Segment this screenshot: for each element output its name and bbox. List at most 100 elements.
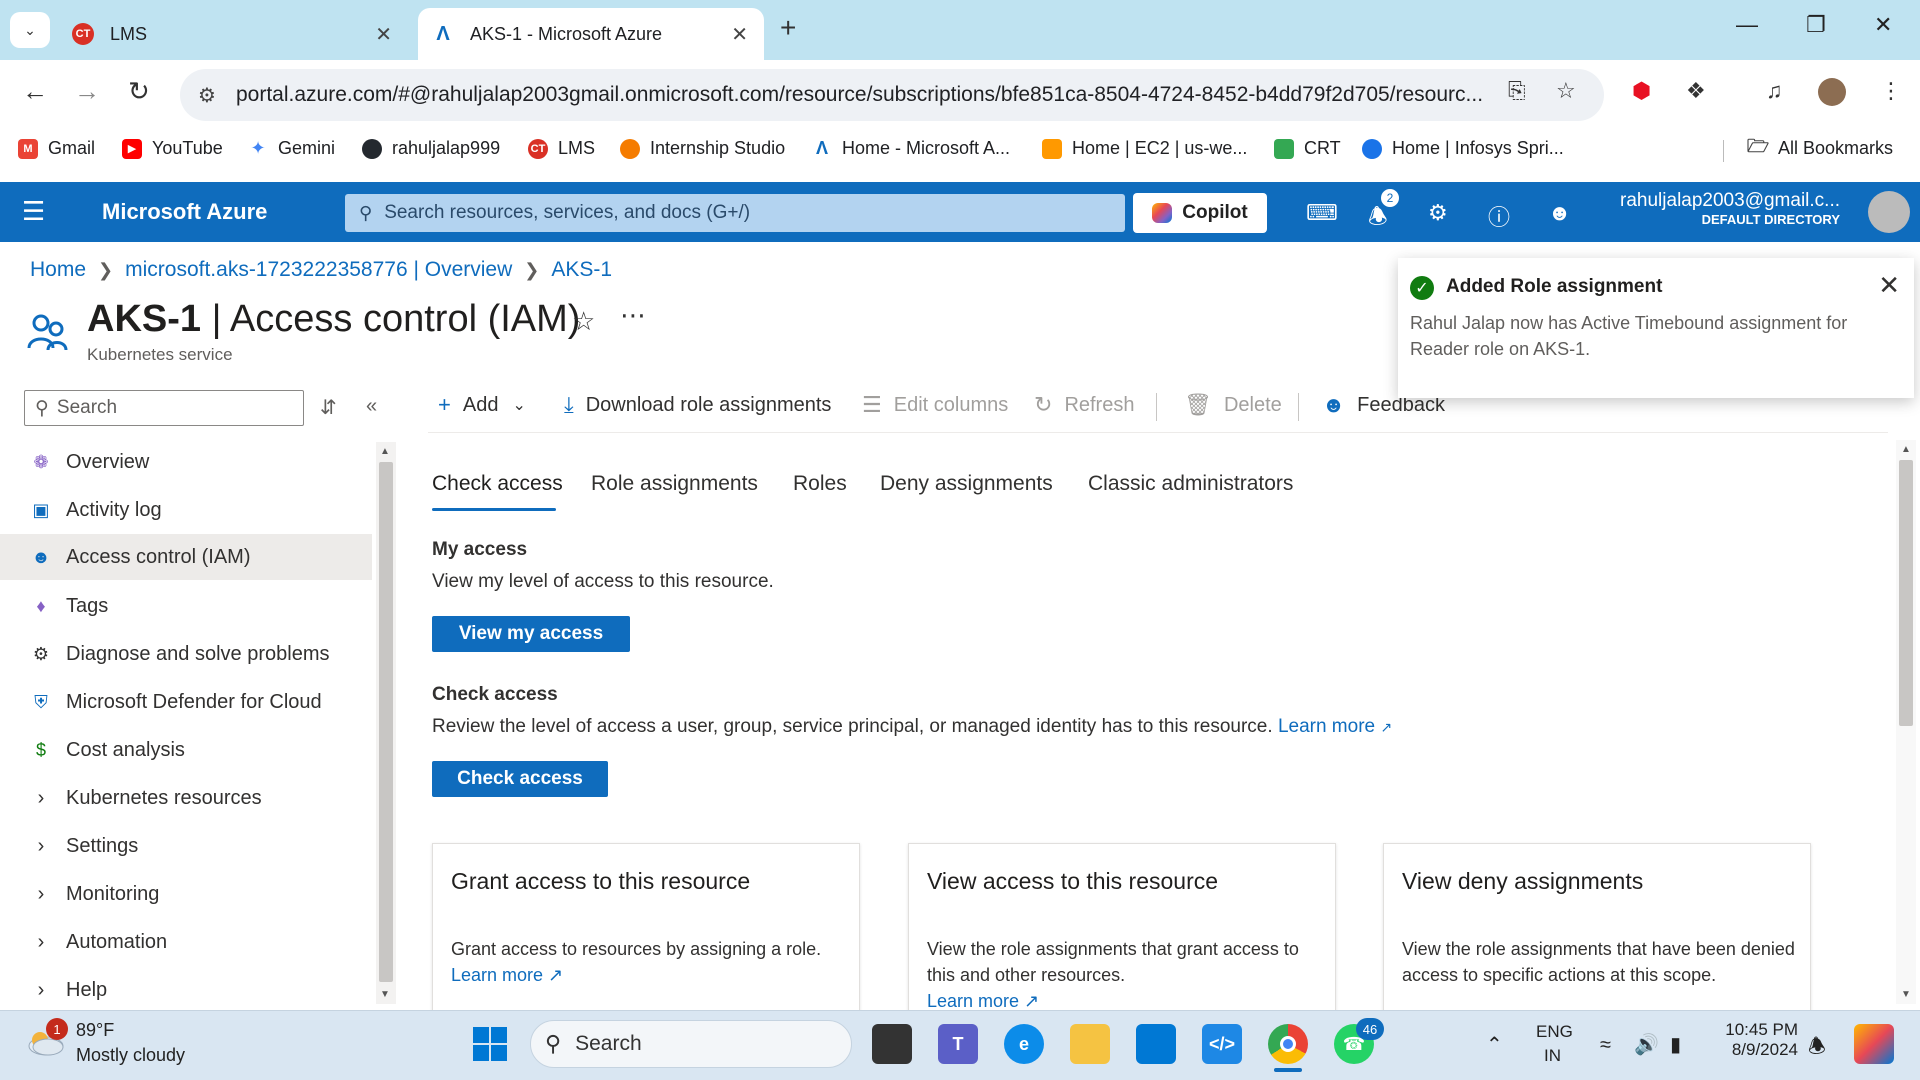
sidebar-item-diagnose[interactable]: ⚙ Diagnose and solve problems <box>0 631 372 677</box>
add-button[interactable]: + Add ⌄ <box>438 392 526 418</box>
sidebar-item-activity-log[interactable]: ▣ Activity log <box>0 487 372 533</box>
browser-tab-azure[interactable]: Λ AKS-1 - Microsoft Azure ✕ <box>418 8 764 60</box>
edit-columns-button[interactable]: ☰ Edit columns <box>862 392 1008 418</box>
sidebar-scrollbar[interactable]: ▲ ▼ <box>376 442 396 1004</box>
restore-button[interactable]: ❐ <box>1806 12 1826 38</box>
chevron-up-icon[interactable]: ⌃ <box>1486 1032 1503 1057</box>
close-icon[interactable]: ✕ <box>731 22 748 47</box>
bookmark-gemini[interactable]: ✦ Gemini <box>248 138 335 159</box>
bookmark-gmail[interactable]: M Gmail <box>18 138 95 159</box>
notification-bell-icon[interactable]: 🕭 <box>1808 1032 1826 1066</box>
taskbar-search-input[interactable]: ⚲ Search <box>530 1020 852 1068</box>
scroll-up-arrow-icon[interactable]: ▲ <box>380 446 390 457</box>
delete-button[interactable]: 🗑 Delete <box>1184 392 1282 418</box>
tab-classic-administrators[interactable]: Classic administrators <box>1088 472 1293 496</box>
hamburger-menu-icon[interactable]: ☰ <box>22 196 45 227</box>
avatar[interactable] <box>1868 191 1910 233</box>
view-my-access-button[interactable]: View my access <box>432 616 630 652</box>
azure-brand[interactable]: Microsoft Azure <box>102 199 267 225</box>
collapse-menu-icon[interactable]: « <box>366 395 377 418</box>
site-info-icon[interactable]: ⚙ <box>198 83 216 108</box>
learn-more-link[interactable]: Learn more ↗ <box>451 965 563 985</box>
bookmark-lms[interactable]: CT LMS <box>528 138 595 159</box>
sidebar-item-monitoring[interactable]: › Monitoring <box>0 871 372 917</box>
file-explorer-icon[interactable] <box>1070 1024 1110 1064</box>
close-icon[interactable]: ✕ <box>1878 270 1900 301</box>
back-button[interactable]: ← <box>22 76 48 107</box>
extension-icon[interactable]: ⬢ <box>1632 78 1651 104</box>
window-close-button[interactable]: ✕ <box>1874 12 1892 38</box>
bookmark-star-icon[interactable]: ☆ <box>1556 78 1576 104</box>
bookmark-crt[interactable]: CRT <box>1274 138 1341 159</box>
all-bookmarks[interactable]: 🗁 All Bookmarks <box>1747 136 1893 159</box>
task-view-icon[interactable] <box>872 1024 912 1064</box>
cloud-shell-icon[interactable]: ⌨ <box>1306 200 1338 226</box>
sidebar-item-settings[interactable]: › Settings <box>0 823 372 869</box>
sidebar-item-cost-analysis[interactable]: $ Cost analysis <box>0 727 372 773</box>
breadcrumb-aks[interactable]: AKS-1 <box>551 258 612 281</box>
close-icon[interactable]: ✕ <box>375 22 392 47</box>
microsoft-store-icon[interactable] <box>1136 1024 1176 1064</box>
minimize-button[interactable]: — <box>1736 12 1758 38</box>
help-icon[interactable]: ⓘ <box>1488 200 1510 232</box>
bookmark-ec2[interactable]: Home | EC2 | us-we... <box>1042 138 1247 159</box>
sidebar-item-kubernetes-resources[interactable]: › Kubernetes resources <box>0 775 372 821</box>
breadcrumb-home[interactable]: Home <box>30 258 86 281</box>
check-access-button[interactable]: Check access <box>432 761 608 797</box>
sidebar-item-tags[interactable]: ♦ Tags <box>0 583 372 629</box>
breadcrumb-resource-group[interactable]: microsoft.aks-1723222358776 | Overview <box>125 258 512 281</box>
sidebar-item-access-control[interactable]: ☻ Access control (IAM) <box>0 534 372 580</box>
leftnav-search-input[interactable]: ⚲ Search <box>24 390 304 426</box>
download-role-assignments-button[interactable]: ⤓ Download role assignments <box>564 392 831 418</box>
browser-tab-lms[interactable]: CT LMS ✕ <box>58 8 408 60</box>
tab-role-assignments[interactable]: Role assignments <box>591 472 758 496</box>
chrome-menu-icon[interactable]: ⋮ <box>1880 78 1902 104</box>
learn-more-link[interactable]: Learn more ↗ <box>927 991 1039 1011</box>
language-bottom[interactable]: IN <box>1544 1046 1561 1066</box>
main-scrollbar[interactable]: ▲ ▼ <box>1896 440 1916 1004</box>
refresh-button[interactable]: ↻ Refresh <box>1034 392 1134 418</box>
volume-icon[interactable]: 🔊 <box>1634 1032 1659 1057</box>
feedback-icon[interactable]: ☻ <box>1548 200 1571 226</box>
favorite-star-icon[interactable]: ☆ <box>572 306 595 337</box>
wifi-icon[interactable]: ≈ <box>1600 1034 1611 1057</box>
media-control-icon[interactable]: ♫ <box>1766 78 1783 104</box>
bookmark-infosys[interactable]: Home | Infosys Spri... <box>1362 138 1564 159</box>
scroll-down-arrow-icon[interactable]: ▼ <box>380 989 390 1000</box>
windows-start-icon[interactable] <box>470 1024 510 1064</box>
scroll-down-arrow-icon[interactable]: ▼ <box>1901 989 1911 1000</box>
tab-search-dropdown[interactable]: ⌄ <box>10 12 50 48</box>
chrome-icon[interactable] <box>1268 1024 1308 1064</box>
tab-deny-assignments[interactable]: Deny assignments <box>880 472 1053 496</box>
battery-icon[interactable]: ▮ <box>1670 1032 1681 1057</box>
sidebar-item-defender[interactable]: ⛨ Microsoft Defender for Cloud <box>0 679 372 725</box>
vscode-icon[interactable]: </> <box>1202 1024 1242 1064</box>
edge-icon[interactable]: e <box>1004 1024 1044 1064</box>
new-tab-button[interactable]: + <box>780 12 796 44</box>
forward-button[interactable]: → <box>74 76 100 107</box>
learn-more-link[interactable]: Learn more ↗ <box>1278 716 1392 737</box>
teams-icon[interactable]: T <box>938 1024 978 1064</box>
expand-collapse-icon[interactable]: ⇵ <box>320 395 337 420</box>
language-top[interactable]: ENG <box>1536 1022 1573 1042</box>
tab-check-access[interactable]: Check access <box>432 472 563 496</box>
notification-toast[interactable]: ✓ Added Role assignment Rahul Jalap now … <box>1398 258 1914 398</box>
scrollbar-thumb[interactable] <box>379 462 393 982</box>
copilot-taskbar-icon[interactable] <box>1854 1024 1894 1064</box>
account-menu[interactable]: rahuljalap2003@gmail.c... DEFAULT DIRECT… <box>1620 190 1840 227</box>
bookmark-azure-home[interactable]: Λ Home - Microsoft A... <box>812 138 1010 159</box>
profile-avatar[interactable] <box>1818 78 1846 106</box>
settings-gear-icon[interactable]: ⚙ <box>1428 200 1448 226</box>
bookmark-youtube[interactable]: ▶ YouTube <box>122 138 223 159</box>
copilot-button[interactable]: Copilot <box>1133 193 1267 233</box>
sidebar-item-help[interactable]: › Help <box>0 967 372 1013</box>
install-app-icon[interactable]: ⎘ <box>1508 78 1526 104</box>
bookmark-github[interactable]: rahuljalap999 <box>362 138 500 159</box>
scroll-up-arrow-icon[interactable]: ▲ <box>1901 444 1911 455</box>
bookmark-internship-studio[interactable]: Internship Studio <box>620 138 785 159</box>
sidebar-item-overview[interactable]: ❁ Overview <box>0 439 372 485</box>
address-bar[interactable]: ⚙ portal.azure.com/#@rahuljalap2003gmail… <box>180 69 1604 121</box>
sidebar-item-automation[interactable]: › Automation <box>0 919 372 965</box>
extensions-puzzle-icon[interactable]: ❖ <box>1686 78 1706 104</box>
reload-button[interactable]: ↻ <box>128 76 150 107</box>
